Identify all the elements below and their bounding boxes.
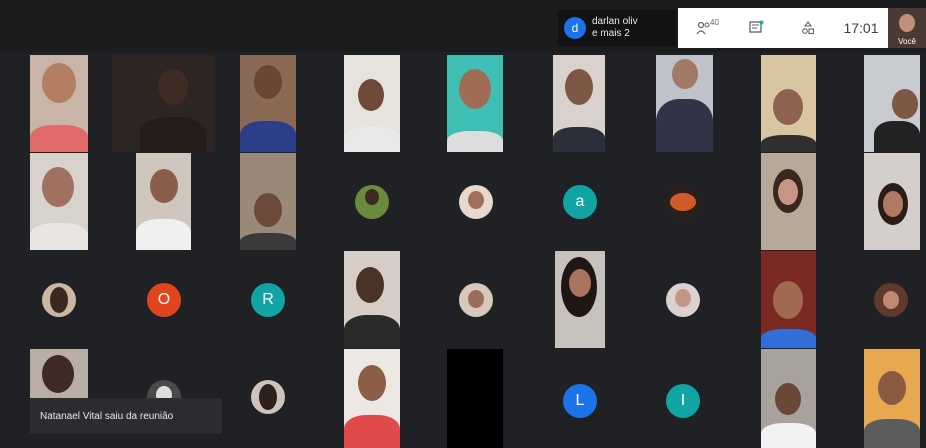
presenter-indicator[interactable]: d darlan oliv e mais 2 [558, 10, 676, 46]
participant-avatar[interactable] [874, 283, 908, 317]
participant-video[interactable] [656, 55, 713, 152]
meeting-toolbar: 40 17:01 [678, 8, 888, 48]
participant-video[interactable] [761, 251, 816, 348]
participant-video[interactable] [112, 55, 214, 152]
participant-avatar[interactable] [355, 185, 389, 219]
participant-letter-avatar[interactable]: R [251, 283, 285, 317]
participant-video[interactable] [344, 349, 400, 448]
chat-icon [749, 20, 764, 33]
participant-video[interactable] [344, 251, 400, 348]
participant-letter-avatar[interactable]: I [666, 384, 700, 418]
participant-avatar[interactable] [459, 283, 493, 317]
participant-video[interactable] [553, 55, 605, 152]
participant-video[interactable] [864, 349, 920, 448]
participant-video[interactable] [447, 55, 503, 152]
presenter-name-line1: darlan oliv [592, 16, 638, 27]
chat-button[interactable] [730, 8, 782, 48]
presenter-name-line2: e mais 2 [592, 28, 630, 39]
participant-letter-avatar[interactable]: L [563, 384, 597, 418]
participant-letter-avatar[interactable]: a [563, 185, 597, 219]
meeting-clock: 17:01 [843, 20, 879, 36]
participant-video[interactable] [30, 55, 88, 152]
presenter-name: darlan oliv e mais 2 [592, 16, 638, 40]
participant-video[interactable] [761, 349, 816, 448]
participant-video[interactable] [761, 55, 816, 152]
participant-avatar[interactable] [666, 283, 700, 317]
leave-notification: Natanael Vital saiu da reunião [30, 398, 222, 434]
activities-button[interactable] [782, 8, 834, 48]
participant-video[interactable] [30, 153, 88, 250]
participant-avatar[interactable] [666, 185, 700, 219]
participant-video[interactable] [555, 251, 605, 348]
shapes-icon [802, 21, 815, 35]
participant-video[interactable] [30, 349, 88, 399]
participant-video[interactable] [761, 153, 816, 250]
participant-video[interactable] [240, 55, 296, 152]
participant-avatar[interactable] [42, 283, 76, 317]
participant-video[interactable] [864, 55, 920, 152]
self-view[interactable]: Você [888, 8, 926, 48]
self-view-face [899, 14, 915, 32]
participants-count: 40 [710, 18, 719, 27]
participant-video[interactable] [344, 55, 400, 152]
participant-video-off[interactable] [447, 349, 503, 448]
participant-video[interactable] [240, 153, 296, 250]
participant-avatar[interactable] [251, 380, 285, 414]
notification-text: Natanael Vital saiu da reunião [40, 410, 174, 422]
participants-button[interactable]: 40 [678, 8, 730, 48]
participant-avatar[interactable] [459, 185, 493, 219]
presenter-avatar: d [564, 17, 586, 39]
self-view-label: Você [898, 37, 916, 46]
participant-letter-avatar[interactable]: O [147, 283, 181, 317]
participant-video[interactable] [136, 153, 191, 250]
participant-video[interactable] [864, 153, 920, 250]
